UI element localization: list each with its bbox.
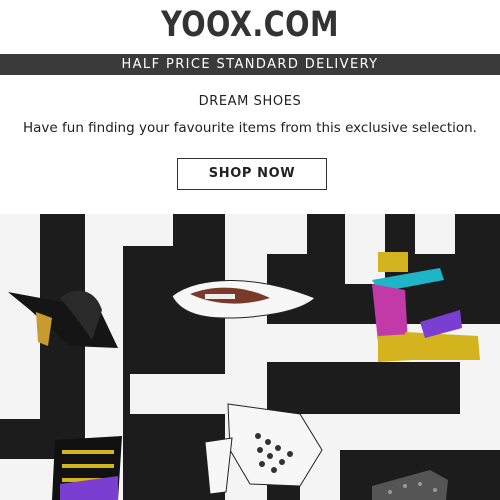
section-headline: DREAM SHOES	[198, 94, 302, 109]
caged-sandal-icon	[52, 436, 122, 500]
section-subline: Have fun finding your favourite items fr…	[23, 120, 477, 136]
shop-now-button[interactable]: SHOP NOW	[177, 158, 327, 190]
white-pointed-flat-icon	[171, 279, 316, 319]
hero-graphic	[0, 214, 500, 500]
brand-logo[interactable]: YOOX.COM	[45, 4, 455, 46]
glitter-shoe-icon	[372, 470, 448, 500]
promo-text: HALF PRICE STANDARD DELIVERY	[121, 57, 379, 72]
hero-image[interactable]	[0, 214, 500, 500]
promo-banner[interactable]: HALF PRICE STANDARD DELIVERY	[0, 54, 500, 75]
metallic-platform-sandal-icon	[372, 252, 480, 362]
